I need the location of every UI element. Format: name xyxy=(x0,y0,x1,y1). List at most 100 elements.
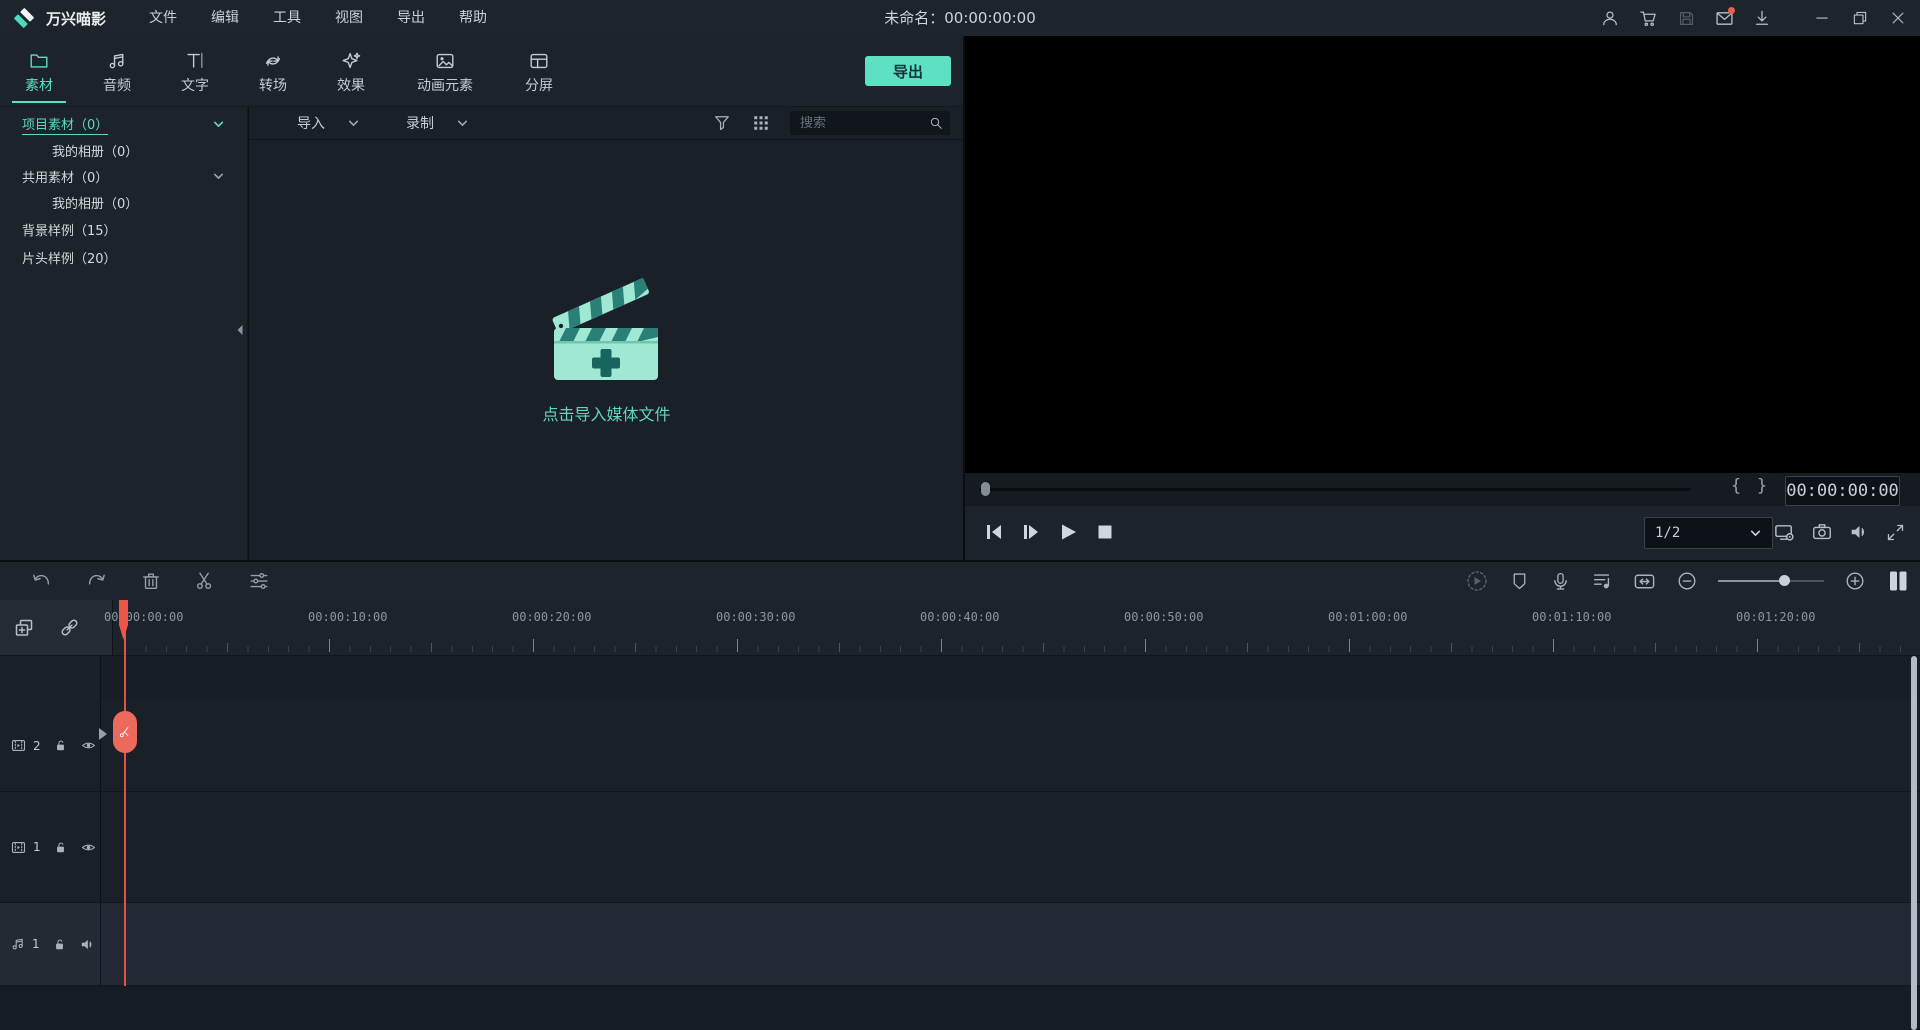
tab-media[interactable]: 素材 xyxy=(0,36,78,106)
previous-frame-button[interactable] xyxy=(983,521,1005,543)
sidebar-item-background-samples[interactable]: 背景样例（15） xyxy=(0,215,247,243)
media-empty-state[interactable]: 点击导入媒体文件 xyxy=(249,139,964,560)
voiceover-mic-icon[interactable] xyxy=(1550,571,1571,592)
save-icon[interactable] xyxy=(1674,6,1698,30)
lock-track-icon[interactable] xyxy=(53,738,68,753)
account-icon[interactable] xyxy=(1598,6,1622,30)
sidebar-item-shared-media[interactable]: 共用素材（0） xyxy=(0,163,247,189)
download-icon[interactable] xyxy=(1750,6,1774,30)
fullscreen-icon[interactable] xyxy=(1885,522,1906,543)
sidebar-item-my-album-1[interactable]: 我的相册（0） xyxy=(0,137,247,163)
menu-help[interactable]: 帮助 xyxy=(442,0,504,36)
app-name: 万兴喵影 xyxy=(46,8,106,29)
collapse-sidebar-handle[interactable] xyxy=(234,322,246,338)
timeline-scrollbar[interactable] xyxy=(1911,656,1917,1030)
tab-effects[interactable]: 效果 xyxy=(312,36,390,106)
fit-timeline-icon[interactable] xyxy=(1633,570,1656,593)
minimize-button[interactable] xyxy=(1810,6,1834,30)
export-button[interactable]: 导出 xyxy=(865,56,951,86)
menu-view[interactable]: 视图 xyxy=(318,0,380,36)
video-track-icon xyxy=(10,839,27,856)
mark-out-icon[interactable]: } xyxy=(1753,476,1771,496)
record-button[interactable]: 录制 xyxy=(406,113,434,133)
ruler-label: 00:01:00:00 xyxy=(1328,610,1407,624)
video-track-icon xyxy=(10,737,27,754)
redo-icon[interactable] xyxy=(85,570,108,593)
messages-icon[interactable] xyxy=(1712,6,1736,30)
search-input[interactable] xyxy=(798,115,928,132)
video-track-2-header: 2 xyxy=(0,700,101,791)
track-number: 2 xyxy=(33,739,47,753)
menu-edit[interactable]: 编辑 xyxy=(194,0,256,36)
tab-audio[interactable]: 音频 xyxy=(78,36,156,106)
track-collapse-arrow[interactable] xyxy=(99,728,107,740)
search-icon[interactable] xyxy=(928,115,944,131)
sidebar-item-my-album-2[interactable]: 我的相册（0） xyxy=(0,189,247,215)
adjust-sliders-icon[interactable] xyxy=(248,570,270,592)
zoom-slider-knob[interactable] xyxy=(1779,575,1790,586)
import-chevron-icon[interactable] xyxy=(347,117,360,130)
audio-mixer-icon[interactable] xyxy=(1591,570,1613,592)
chevron-down-icon[interactable] xyxy=(212,118,225,131)
lock-track-icon[interactable] xyxy=(52,937,67,952)
mute-track-icon[interactable] xyxy=(79,936,96,953)
filter-icon[interactable] xyxy=(712,113,732,133)
chevron-down-icon xyxy=(1749,527,1762,540)
record-chevron-icon[interactable] xyxy=(456,117,469,130)
scrubber-handle[interactable] xyxy=(981,482,990,496)
tab-text[interactable]: 文字 xyxy=(156,36,234,106)
sidebar-item-intro-samples[interactable]: 片头样例（20） xyxy=(0,243,247,271)
menu-file[interactable]: 文件 xyxy=(132,0,194,36)
ruler-label: 00:00:30:00 xyxy=(716,610,795,624)
titlebar: 万兴喵影 文件 编辑 工具 视图 导出 帮助 未命名：00:00:00:00 xyxy=(0,0,1920,37)
stop-button[interactable] xyxy=(1094,521,1116,543)
play-button[interactable] xyxy=(1057,521,1079,543)
music-note-icon xyxy=(106,50,128,72)
zoom-in-icon[interactable] xyxy=(1844,570,1866,592)
toggle-visibility-icon[interactable] xyxy=(80,737,97,754)
grid-view-icon[interactable] xyxy=(752,114,770,132)
ruler-label: 00:00:40:00 xyxy=(920,610,999,624)
search-box[interactable] xyxy=(790,111,950,135)
marker-icon[interactable] xyxy=(1509,571,1530,592)
text-icon xyxy=(184,50,206,72)
next-frame-button[interactable] xyxy=(1020,521,1042,543)
timeline-ruler[interactable]: 00:00:00:00 00:00:10:00 00:00:20:00 00:0… xyxy=(0,600,1920,656)
tab-elements[interactable]: 动画元素 xyxy=(390,36,500,106)
video-track-1[interactable]: 1 xyxy=(0,792,1920,903)
mark-in-icon[interactable]: { xyxy=(1727,476,1745,496)
import-button[interactable]: 导入 xyxy=(297,113,325,133)
timeline-panel: 00:00:00:00 00:00:10:00 00:00:20:00 00:0… xyxy=(0,600,1920,1030)
delete-icon[interactable] xyxy=(140,570,162,592)
chevron-down-icon[interactable] xyxy=(212,170,225,183)
video-track-2[interactable]: 2 xyxy=(0,700,1920,792)
toggle-visibility-icon[interactable] xyxy=(80,839,97,856)
restore-button[interactable] xyxy=(1848,6,1872,30)
playhead-line[interactable] xyxy=(124,600,126,986)
add-track-icon[interactable] xyxy=(12,616,36,640)
preview-zoom-select[interactable]: 1/2 xyxy=(1644,517,1773,549)
audio-track-icon xyxy=(10,936,26,952)
audio-track-1[interactable]: 1 xyxy=(0,903,1920,986)
undo-icon[interactable] xyxy=(30,570,53,593)
snapshot-camera-icon[interactable] xyxy=(1811,521,1833,543)
zoom-out-icon[interactable] xyxy=(1676,570,1698,592)
tab-splitscreen[interactable]: 分屏 xyxy=(500,36,578,106)
tab-transition[interactable]: 转场 xyxy=(234,36,312,106)
close-button[interactable] xyxy=(1886,6,1910,30)
link-clips-icon[interactable] xyxy=(58,616,81,639)
scrubber-track[interactable] xyxy=(979,488,1691,491)
playback-settings-icon[interactable] xyxy=(1773,521,1796,544)
quick-split-button[interactable] xyxy=(113,711,137,753)
split-scissors-icon[interactable] xyxy=(194,570,216,592)
effects-star-icon xyxy=(340,50,362,72)
lock-track-icon[interactable] xyxy=(53,840,68,855)
store-cart-icon[interactable] xyxy=(1636,6,1660,30)
render-preview-icon[interactable] xyxy=(1465,569,1489,593)
sidebar-item-project-media[interactable]: 项目素材（0） xyxy=(0,111,247,137)
menu-tools[interactable]: 工具 xyxy=(256,0,318,36)
timeline-zoom-slider[interactable] xyxy=(1718,574,1824,588)
menu-export[interactable]: 导出 xyxy=(380,0,442,36)
panel-layout-icon[interactable] xyxy=(1886,569,1910,593)
mute-speaker-icon[interactable] xyxy=(1848,521,1870,543)
